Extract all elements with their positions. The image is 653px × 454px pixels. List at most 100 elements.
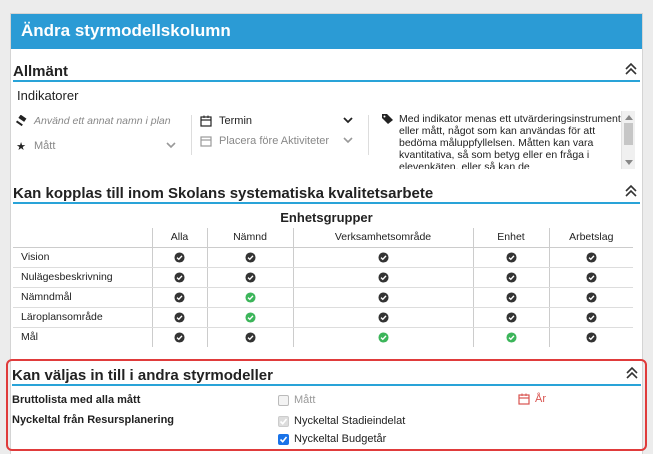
check-circle-icon[interactable]: [244, 312, 256, 323]
matrix-cell[interactable]: [151, 267, 207, 288]
resource-planning-label: Nyckeltal från Resursplanering: [12, 414, 175, 426]
stage-checkbox[interactable]: [278, 415, 289, 427]
check-circle-icon[interactable]: [377, 332, 389, 343]
description-field[interactable]: Med indikator menas ett utvärderingsinst…: [377, 111, 635, 169]
matrix-cell[interactable]: [206, 307, 293, 328]
check-circle-icon[interactable]: [174, 312, 185, 323]
matrix-cell[interactable]: [548, 327, 633, 347]
matrix-cell[interactable]: [472, 307, 549, 328]
option-budget-keyfigures[interactable]: Nyckeltal Budgetår: [278, 433, 386, 445]
matrix-cell[interactable]: [548, 287, 633, 308]
matrix-cell[interactable]: [292, 327, 473, 347]
column-header: Arbetslag: [548, 228, 633, 248]
chevron-down-icon: [343, 117, 353, 124]
check-circle-icon[interactable]: [586, 292, 597, 303]
check-circle-icon[interactable]: [174, 252, 185, 263]
matrix-row: Läroplansområde: [13, 307, 633, 328]
check-circle-icon[interactable]: [586, 252, 597, 263]
check-circle-icon[interactable]: [505, 312, 517, 323]
column-header: Verksamhetsområde: [292, 228, 473, 248]
matrix-cell[interactable]: [292, 267, 473, 288]
scroll-up-icon[interactable]: [625, 115, 633, 120]
check-circle-icon[interactable]: [586, 272, 597, 283]
check-circle-icon[interactable]: [505, 272, 517, 283]
check-circle-icon[interactable]: [377, 312, 389, 323]
column-header: Enhet: [472, 228, 549, 248]
matrix-cell[interactable]: [151, 327, 207, 347]
check-circle-icon[interactable]: [505, 252, 517, 263]
other-heading: Kan väljas in till i andra styrmodeller: [12, 367, 273, 384]
alt-name-field[interactable]: Använd ett annat namn i plan: [13, 111, 181, 131]
description-scrollbar[interactable]: [621, 111, 635, 169]
collapse-icon[interactable]: [624, 184, 638, 198]
check-circle-icon[interactable]: [586, 312, 597, 323]
matrix-cell[interactable]: [151, 287, 207, 308]
general-heading: Allmänt: [13, 63, 69, 80]
unit-groups-title: Enhetsgrupper: [280, 210, 373, 225]
budget-checkbox[interactable]: [278, 433, 289, 445]
check-circle-icon[interactable]: [377, 252, 389, 263]
other-section-header[interactable]: Kan väljas in till i andra styrmodeller: [12, 363, 641, 386]
tag-icon: [381, 113, 394, 128]
matrix-cell[interactable]: [472, 327, 549, 347]
matrix-cell[interactable]: [206, 247, 293, 268]
column-header: Nämnd: [206, 228, 293, 248]
gavel-icon: [13, 114, 29, 128]
matt-checkbox[interactable]: [278, 394, 289, 406]
matrix-cell[interactable]: [151, 247, 207, 268]
matrix-cell[interactable]: [472, 267, 549, 288]
check-circle-icon[interactable]: [244, 292, 256, 303]
check-circle-icon[interactable]: [505, 292, 517, 303]
check-circle-icon[interactable]: [505, 332, 517, 343]
stage-label: Nyckeltal Stadieindelat: [294, 415, 406, 427]
general-section-header[interactable]: Allmänt: [13, 59, 640, 82]
check-circle-icon[interactable]: [377, 272, 389, 283]
matrix-cell[interactable]: [292, 287, 473, 308]
matrix-cell[interactable]: [292, 307, 473, 328]
option-matt[interactable]: Mått: [278, 394, 315, 406]
check-circle-icon[interactable]: [174, 292, 185, 303]
placement-placeholder: Placera före Aktiviteter: [219, 135, 330, 147]
divider: [368, 115, 369, 155]
check-circle-icon[interactable]: [244, 252, 256, 263]
collapse-icon[interactable]: [625, 366, 639, 380]
placement-select[interactable]: Placera före Aktiviteter: [198, 131, 354, 151]
period-select[interactable]: Termin: [198, 111, 354, 131]
type-select[interactable]: ★ Mått: [13, 136, 181, 156]
collapse-icon[interactable]: [624, 62, 638, 76]
calendar-icon: [518, 393, 530, 405]
matrix-cell[interactable]: [548, 307, 633, 328]
option-year[interactable]: År: [518, 393, 546, 405]
matrix-cell[interactable]: [472, 287, 549, 308]
divider: [191, 115, 192, 155]
check-circle-icon[interactable]: [377, 292, 389, 303]
row-label: Mål: [21, 331, 38, 344]
matrix-cell[interactable]: [472, 247, 549, 268]
budget-label: Nyckeltal Budgetår: [294, 433, 387, 445]
check-circle-icon[interactable]: [174, 332, 185, 343]
option-stage-keyfigures[interactable]: Nyckeltal Stadieindelat: [278, 415, 405, 427]
other-models-section: Kan väljas in till i andra styrmodeller …: [6, 359, 647, 451]
gross-list-label: Bruttolista med alla mått: [12, 394, 141, 406]
scroll-down-icon[interactable]: [625, 160, 633, 165]
column-header: Alla: [151, 228, 207, 248]
matrix-cell[interactable]: [206, 327, 293, 347]
connect-section-header[interactable]: Kan kopplas till inom Skolans systematis…: [13, 181, 640, 204]
check-circle-icon[interactable]: [586, 332, 597, 343]
indicator-name: Indikatorer: [17, 88, 79, 103]
matrix-cell[interactable]: [548, 247, 633, 268]
connect-matrix: Alla Nämnd Verksamhetsområde Enhet Arbet…: [13, 228, 633, 347]
matrix-cell[interactable]: [548, 267, 633, 288]
matrix-cell[interactable]: [206, 267, 293, 288]
row-label: Nulägesbeskrivning: [13, 267, 152, 288]
chevron-down-icon: [166, 142, 176, 149]
check-circle-icon[interactable]: [174, 272, 185, 283]
check-circle-icon[interactable]: [244, 332, 256, 343]
matrix-cell[interactable]: [206, 287, 293, 308]
matrix-cell[interactable]: [292, 247, 473, 268]
matrix-cell[interactable]: [151, 307, 207, 328]
check-circle-icon[interactable]: [244, 272, 256, 283]
alt-name-placeholder: Använd ett annat namn i plan: [34, 115, 171, 127]
row-label: Nämndmål: [13, 287, 152, 308]
scroll-thumb[interactable]: [624, 123, 633, 145]
